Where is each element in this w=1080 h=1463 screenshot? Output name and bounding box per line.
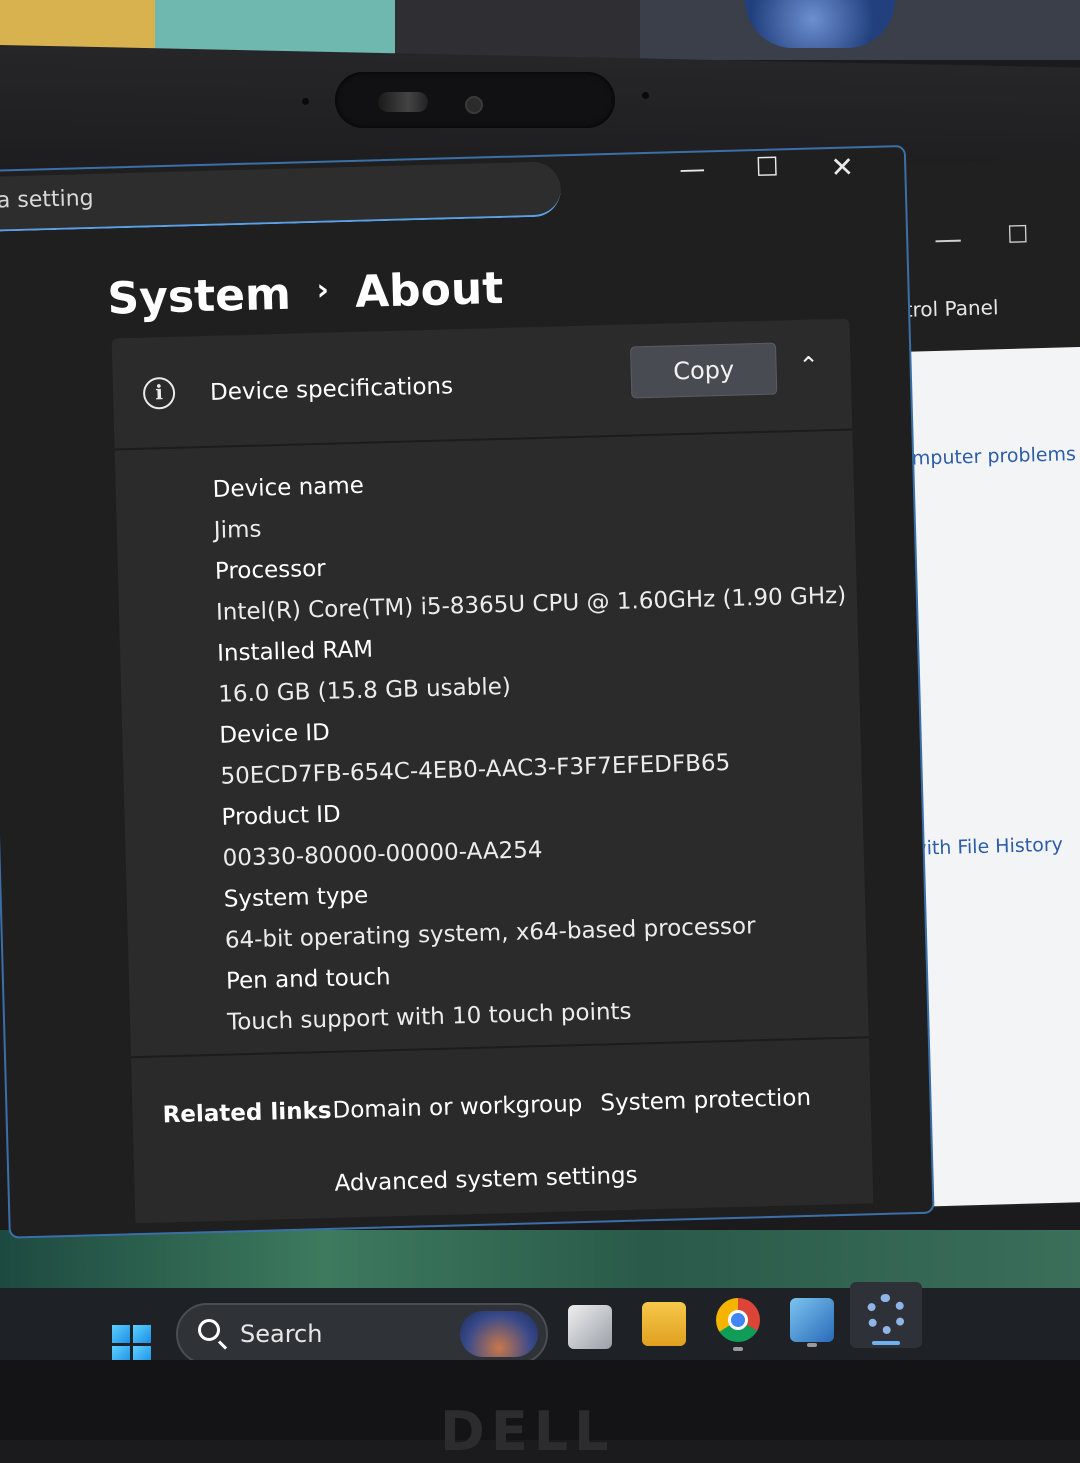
settings-taskbar-button[interactable] <box>850 1282 922 1348</box>
bg-minimize-icon[interactable]: — <box>934 222 963 256</box>
minimize-button[interactable]: — <box>672 154 713 185</box>
control-panel-icon[interactable] <box>790 1298 834 1342</box>
settings-active-indicator <box>872 1341 900 1345</box>
device-specifications-card: i Device specifications Copy ⌃ Device na… <box>111 318 874 1224</box>
chevron-right-icon: › <box>316 272 330 308</box>
windows-start-icon[interactable] <box>112 1325 152 1365</box>
domain-workgroup-link[interactable]: Domain or workgroup <box>332 1091 582 1124</box>
bezel-sensor-dot <box>642 92 649 99</box>
settings-gear-icon <box>866 1294 906 1334</box>
info-icon: i <box>142 376 176 410</box>
task-view-icon[interactable] <box>568 1305 612 1349</box>
search-icon <box>198 1319 220 1341</box>
breadcrumb-system[interactable]: System <box>107 269 292 325</box>
taskbar-search-label: Search <box>240 1320 323 1348</box>
related-links-section: Related links Domain or workgroup System… <box>131 1036 874 1224</box>
chrome-running-indicator <box>733 1347 743 1351</box>
close-button[interactable]: ✕ <box>822 150 863 184</box>
settings-search-box[interactable]: a setting <box>0 161 562 232</box>
maximize-button[interactable]: ☐ <box>747 152 788 183</box>
copy-button[interactable]: Copy <box>630 342 778 399</box>
spec-list: Device name Jims Processor Intel(R) Core… <box>115 430 869 1056</box>
bg-link-troubleshoot[interactable]: omputer problems <box>900 443 1076 470</box>
webcam-shutter <box>378 92 428 112</box>
device-specifications-title: Device specifications <box>209 373 454 406</box>
file-explorer-icon[interactable] <box>642 1302 686 1346</box>
bezel-sensor-dot <box>302 98 309 105</box>
chevron-up-icon[interactable]: ⌃ <box>798 351 819 380</box>
chrome-icon[interactable] <box>716 1298 760 1342</box>
settings-window: a setting — ☐ ✕ System › About i Device sp… <box>0 144 935 1239</box>
bg-maximize-icon[interactable]: ☐ <box>1007 220 1029 249</box>
webcam-lens-icon <box>465 96 483 114</box>
bg-link-file-history[interactable]: with File History <box>911 834 1063 860</box>
search-input-text[interactable]: a setting <box>0 186 94 214</box>
advanced-system-settings-link[interactable]: Advanced system settings <box>334 1163 638 1197</box>
search-highlight-image <box>460 1311 538 1357</box>
system-protection-link[interactable]: System protection <box>600 1085 811 1117</box>
related-links-label: Related links <box>162 1097 332 1129</box>
device-specifications-header[interactable]: i Device specifications Copy ⌃ <box>111 318 853 451</box>
taskbar-search-box[interactable]: Search <box>176 1303 548 1365</box>
laptop-logo: DELL <box>440 1400 615 1463</box>
page-title: About <box>354 262 504 318</box>
breadcrumb: System › About <box>107 263 504 325</box>
control-panel-running-indicator <box>807 1343 817 1347</box>
